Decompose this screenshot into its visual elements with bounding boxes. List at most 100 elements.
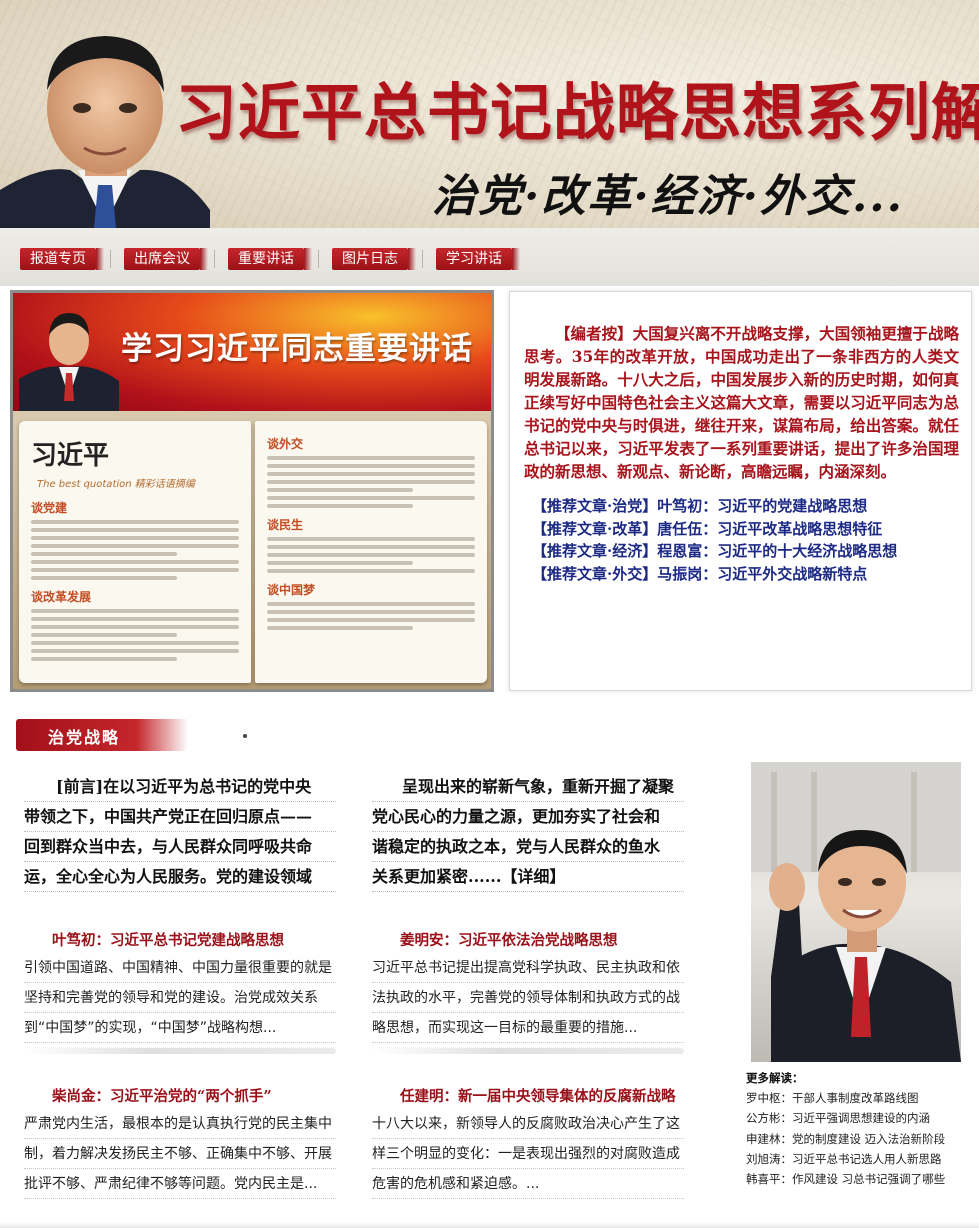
article-card: 叶笃初：习近平总书记党建战略思想 引领中国道路、中国精神、中国力量很重要的就是 … [24, 929, 336, 1054]
book-text-line [267, 488, 413, 492]
editor-note-box: 【编者按】大国复兴离不开战略支撑，大国领袖更擅于战略思考。35年的改革开放，中国… [509, 291, 972, 691]
article-summary-line: 坚持和完善党的领导和党的建设。治党成效关系 [24, 983, 336, 1013]
card-divider [24, 1048, 336, 1054]
nav-separator [318, 250, 319, 268]
book-text-line [267, 610, 475, 614]
speaker-photo [19, 313, 119, 411]
quotation-book: 习近平 The best quotation 精彩话语摘编 谈党建 谈改革发展 谈… [13, 411, 491, 689]
page-title: 习近平总书记战略思想系列解读 [175, 76, 979, 149]
nav-separator [110, 250, 111, 268]
article-title-link[interactable]: 任建明：新一届中央领导集体的反腐新战略 [372, 1085, 684, 1109]
waving-leader-illustration [751, 762, 961, 1062]
article-summary-line: 样三个明显的变化：一是表现出强烈的对腐败造成 [372, 1139, 684, 1169]
more-readings-list: 罗中枢：干部人事制度改革路线图 公方彬：习近平强调思想建设的内涵 申建林：党的制… [746, 1088, 976, 1189]
book-text-line [31, 617, 239, 621]
book-text-line [31, 520, 239, 524]
nav-item-meetings[interactable]: 出席会议 [124, 248, 208, 270]
article-summary-line: 习近平总书记提出提高党科学执政、民主执政和依 [372, 953, 684, 983]
article-summary-line: 引领中国道路、中国精神、中国力量很重要的就是 [24, 953, 336, 983]
more-reading-link[interactable]: 申建林：党的制度建设 迈入法治新阶段 [746, 1129, 976, 1149]
recommended-article-link[interactable]: 【推荐文章·外交】马振岗：习近平外交战略新特点 [532, 563, 959, 586]
bottom-divider [0, 1222, 979, 1228]
book-text-line [267, 545, 475, 549]
header-banner: 习近平总书记战略思想系列解读 治党·改革·经济·外交... [0, 0, 979, 228]
book-text-line [31, 657, 177, 661]
article-summary-line: 批评不够、严肃纪律不够等问题。党内民主是... [24, 1169, 336, 1199]
book-text-line [31, 560, 239, 564]
more-reading-link[interactable]: 公方彬：习近平强调思想建设的内涵 [746, 1108, 976, 1128]
book-text-line [267, 618, 475, 622]
book-heading: 谈改革发展 [31, 590, 92, 604]
book-text-line [31, 568, 239, 572]
book-text-line [31, 544, 239, 548]
book-text-line [31, 552, 177, 556]
book-subtitle: The best quotation 精彩话语摘编 [37, 479, 195, 490]
book-heading: 谈党建 [31, 501, 68, 515]
more-reading-link[interactable]: 韩喜平：作风建设 习总书记强调了哪些 [746, 1169, 976, 1189]
article-summary-line: 到“中国梦”的实现，“中国梦”战略构想... [24, 1013, 336, 1043]
book-text-line [267, 626, 413, 630]
feature-section: 学习习近平同志重要讲话 习近平 The best quotation 精彩话语摘编… [0, 286, 979, 704]
article-card: 柴尚金：习近平治党的“两个抓手” 严肃党内生活，最根本的是认真执行党的民主集中 … [24, 1085, 336, 1199]
recommended-article-link[interactable]: 【推荐文章·治党】叶笃初：习近平的党建战略思想 [532, 495, 959, 518]
book-page-right: 谈外交 谈民生 谈中国梦 [255, 421, 487, 683]
waving-leader-photo [751, 762, 961, 1062]
book-title: 习近平 [31, 441, 110, 471]
book-text-line [31, 536, 239, 540]
more-reading-link[interactable]: 刘旭涛：习近平总书记选人用人新思路 [746, 1149, 976, 1169]
nav-item-speeches[interactable]: 重要讲话 [228, 248, 312, 270]
nav-item-photo-log[interactable]: 图片日志 [332, 248, 416, 270]
book-text-line [31, 633, 177, 637]
article-card: 任建明：新一届中央领导集体的反腐新战略 十八大以来，新领导人的反腐败政治决心产生… [372, 1085, 684, 1199]
book-page-left: 习近平 The best quotation 精彩话语摘编 谈党建 谈改革发展 [19, 421, 251, 683]
article-title-link[interactable]: 姜明安：习近平依法治党战略思想 [372, 929, 684, 953]
top-nav: 报道专页 出席会议 重要讲话 图片日志 学习讲话 [0, 228, 979, 286]
lead-column-right: 呈现出来的崭新气象，重新开掘了凝聚 党心民心的力量之源，更加夯实了社会和 谐稳定… [372, 772, 684, 892]
article-summary-line: 略思想，而实现这一目标的最重要的措施... [372, 1013, 684, 1043]
book-heading: 谈民生 [267, 518, 304, 532]
book-text-line [267, 464, 475, 468]
article-title-link[interactable]: 叶笃初：习近平总书记党建战略思想 [24, 929, 336, 953]
lead-line: 党心民心的力量之源，更加夯实了社会和 [372, 802, 684, 832]
book-text-line [267, 496, 475, 500]
article-card: 姜明安：习近平依法治党战略思想 习近平总书记提出提高党科学执政、民主执政和依 法… [372, 929, 684, 1054]
recommended-article-link[interactable]: 【推荐文章·改革】唐任伍：习近平改革战略思想特征 [532, 518, 959, 541]
lead-column-left: [前言]在以习近平为总书记的党中央 带领之下，中国共产党正在回归原点—— 回到群… [24, 772, 336, 892]
lead-text: [前言]在以习近平为总书记的党中央 带领之下，中国共产党正在回归原点—— 回到群… [24, 772, 336, 892]
nav-item-study[interactable]: 学习讲话 [436, 248, 520, 270]
book-text-line [267, 561, 413, 565]
book-text-line [31, 641, 239, 645]
lead-line: 运，全心全心为人民服务。党的建设领域 [24, 862, 336, 892]
more-readings-label: 更多解读： [746, 1071, 804, 1085]
section-tag-label: 治党战略 [48, 728, 121, 747]
editor-note: 【编者按】大国复兴离不开战略支撑，大国领袖更擅于战略思考。35年的改革开放，中国… [524, 324, 959, 481]
lead-line: 呈现出来的崭新气象，重新开掘了凝聚 [372, 772, 684, 802]
book-text-line [267, 602, 475, 606]
book-text-line [267, 537, 475, 541]
article-summary-line: 危害的危机感和紧迫感。... [372, 1169, 684, 1199]
book-text-line [31, 649, 239, 653]
lead-line: 回到群众当中去，与人民群众同呼吸共命 [24, 832, 336, 862]
article-title-link[interactable]: 柴尚金：习近平治党的“两个抓手” [24, 1085, 336, 1109]
nav-separator [214, 250, 215, 268]
article-summary-line: 法执政的水平，完善党的领导体制和执政方式的战 [372, 983, 684, 1013]
more-reading-link[interactable]: 罗中枢：干部人事制度改革路线图 [746, 1088, 976, 1108]
lead-line: 带领之下，中国共产党正在回归原点—— [24, 802, 336, 832]
feature-image-banner: 学习习近平同志重要讲话 [13, 293, 491, 411]
book-text-line [267, 480, 475, 484]
book-text-line [267, 569, 475, 573]
lead-line-more[interactable]: 关系更加紧密......【详细】 [372, 862, 684, 892]
recommended-articles: 【推荐文章·治党】叶笃初：习近平的党建战略思想 【推荐文章·改革】唐任伍：习近平… [532, 495, 959, 585]
book-text-line [267, 472, 475, 476]
book-text-line [31, 528, 239, 532]
feature-image-link[interactable]: 学习习近平同志重要讲话 习近平 The best quotation 精彩话语摘编… [10, 290, 494, 692]
lead-line: [前言]在以习近平为总书记的党中央 [24, 772, 336, 802]
book-text-line [267, 553, 475, 557]
nav-item-report[interactable]: 报道专页 [20, 248, 104, 270]
recommended-article-link[interactable]: 【推荐文章·经济】程恩富：习近平的十大经济战略思想 [532, 540, 959, 563]
page-subtitle: 治党·改革·经济·外交... [432, 171, 904, 222]
lead-line: 谐稳定的执政之本，党与人民群众的鱼水 [372, 832, 684, 862]
feature-image-heading: 学习习近平同志重要讲话 [121, 331, 473, 367]
card-divider [372, 1048, 684, 1054]
book-heading: 谈中国梦 [267, 583, 316, 597]
